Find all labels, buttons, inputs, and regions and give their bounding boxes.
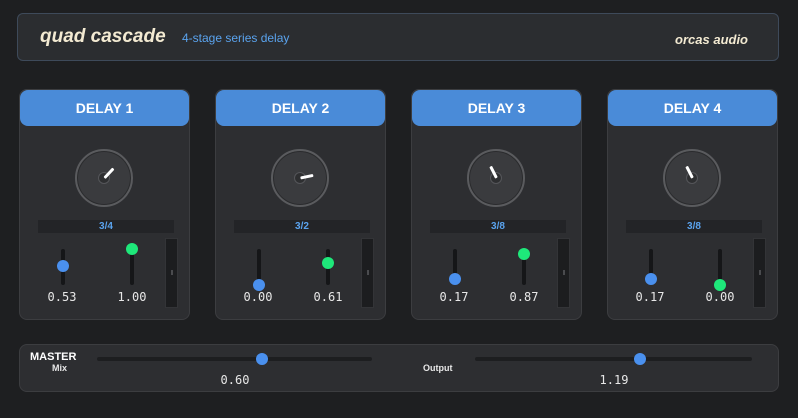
- slider-thumb[interactable]: [322, 257, 334, 270]
- ratio-display: 3/2: [234, 220, 370, 233]
- slider-thumb[interactable]: [633, 353, 646, 365]
- app-subtitle: 4-stage series delay: [182, 31, 290, 45]
- output-slider[interactable]: [475, 353, 752, 365]
- delay-panel-header: DELAY 2: [216, 90, 385, 126]
- level-slider[interactable]: [321, 249, 335, 285]
- delay-panel-header: DELAY 1: [20, 90, 189, 126]
- meter-tick: [563, 270, 565, 275]
- feedback-slider[interactable]: [448, 249, 462, 285]
- slider-track: [475, 357, 752, 361]
- ratio-display: 3/8: [626, 220, 762, 233]
- mix-value: 0.60: [220, 373, 250, 387]
- master-label: MASTER: [30, 351, 77, 363]
- output-value: 1.19: [599, 373, 629, 387]
- meter-tick: [759, 270, 761, 275]
- mix-label: Mix: [52, 363, 68, 373]
- header-bar: quad cascade 4-stage series delay orcas …: [17, 13, 779, 61]
- slider-thumb[interactable]: [449, 272, 461, 285]
- level-value: 0.61: [313, 290, 343, 304]
- slider-thumb[interactable]: [126, 243, 138, 255]
- delay-time-knob[interactable]: [663, 149, 721, 207]
- slider-track: [97, 357, 372, 361]
- level-slider[interactable]: [713, 249, 727, 291]
- level-slider[interactable]: [125, 243, 139, 285]
- delay-panel-header: DELAY 3: [412, 90, 581, 126]
- meter-tick: [367, 270, 369, 275]
- delay-panel-1: DELAY 1 3/4 0.53 1.00: [19, 89, 190, 320]
- meter-tick: [171, 270, 173, 275]
- feedback-value: 0.53: [47, 290, 77, 304]
- delay-panel-3: DELAY 3 3/8 0.17 0.87: [411, 89, 582, 320]
- feedback-slider[interactable]: [644, 249, 658, 285]
- app-title: quad cascade: [40, 26, 166, 47]
- level-meter: [165, 238, 178, 308]
- slider-thumb[interactable]: [518, 247, 530, 260]
- level-meter: [361, 238, 374, 308]
- feedback-value: 0.00: [243, 290, 273, 304]
- feedback-slider[interactable]: [252, 249, 266, 291]
- feedback-slider[interactable]: [56, 249, 70, 285]
- level-meter: [753, 238, 766, 308]
- delay-panel-4: DELAY 4 3/8 0.17 0.00: [607, 89, 778, 320]
- delay-panel-2: DELAY 2 3/2 0.00 0.61: [215, 89, 386, 320]
- level-value: 1.00: [117, 290, 147, 304]
- brand-logo: orcas audio: [675, 32, 748, 47]
- delay-time-knob[interactable]: [75, 149, 133, 207]
- output-label: Output: [423, 363, 453, 373]
- level-value: 0.00: [705, 290, 735, 304]
- delay-panel-header: DELAY 4: [608, 90, 777, 126]
- slider-thumb[interactable]: [57, 259, 69, 272]
- slider-thumb[interactable]: [645, 272, 657, 285]
- delay-time-knob[interactable]: [271, 149, 329, 207]
- feedback-value: 0.17: [635, 290, 665, 304]
- slider-thumb[interactable]: [256, 353, 268, 365]
- level-meter: [557, 238, 570, 308]
- feedback-value: 0.17: [439, 290, 469, 304]
- level-value: 0.87: [509, 290, 539, 304]
- level-slider[interactable]: [517, 247, 531, 285]
- ratio-display: 3/4: [38, 220, 174, 233]
- mix-slider[interactable]: [97, 353, 372, 365]
- ratio-display: 3/8: [430, 220, 566, 233]
- delay-time-knob[interactable]: [467, 149, 525, 207]
- master-section: MASTER Mix 0.60 Output 1.19: [19, 344, 779, 392]
